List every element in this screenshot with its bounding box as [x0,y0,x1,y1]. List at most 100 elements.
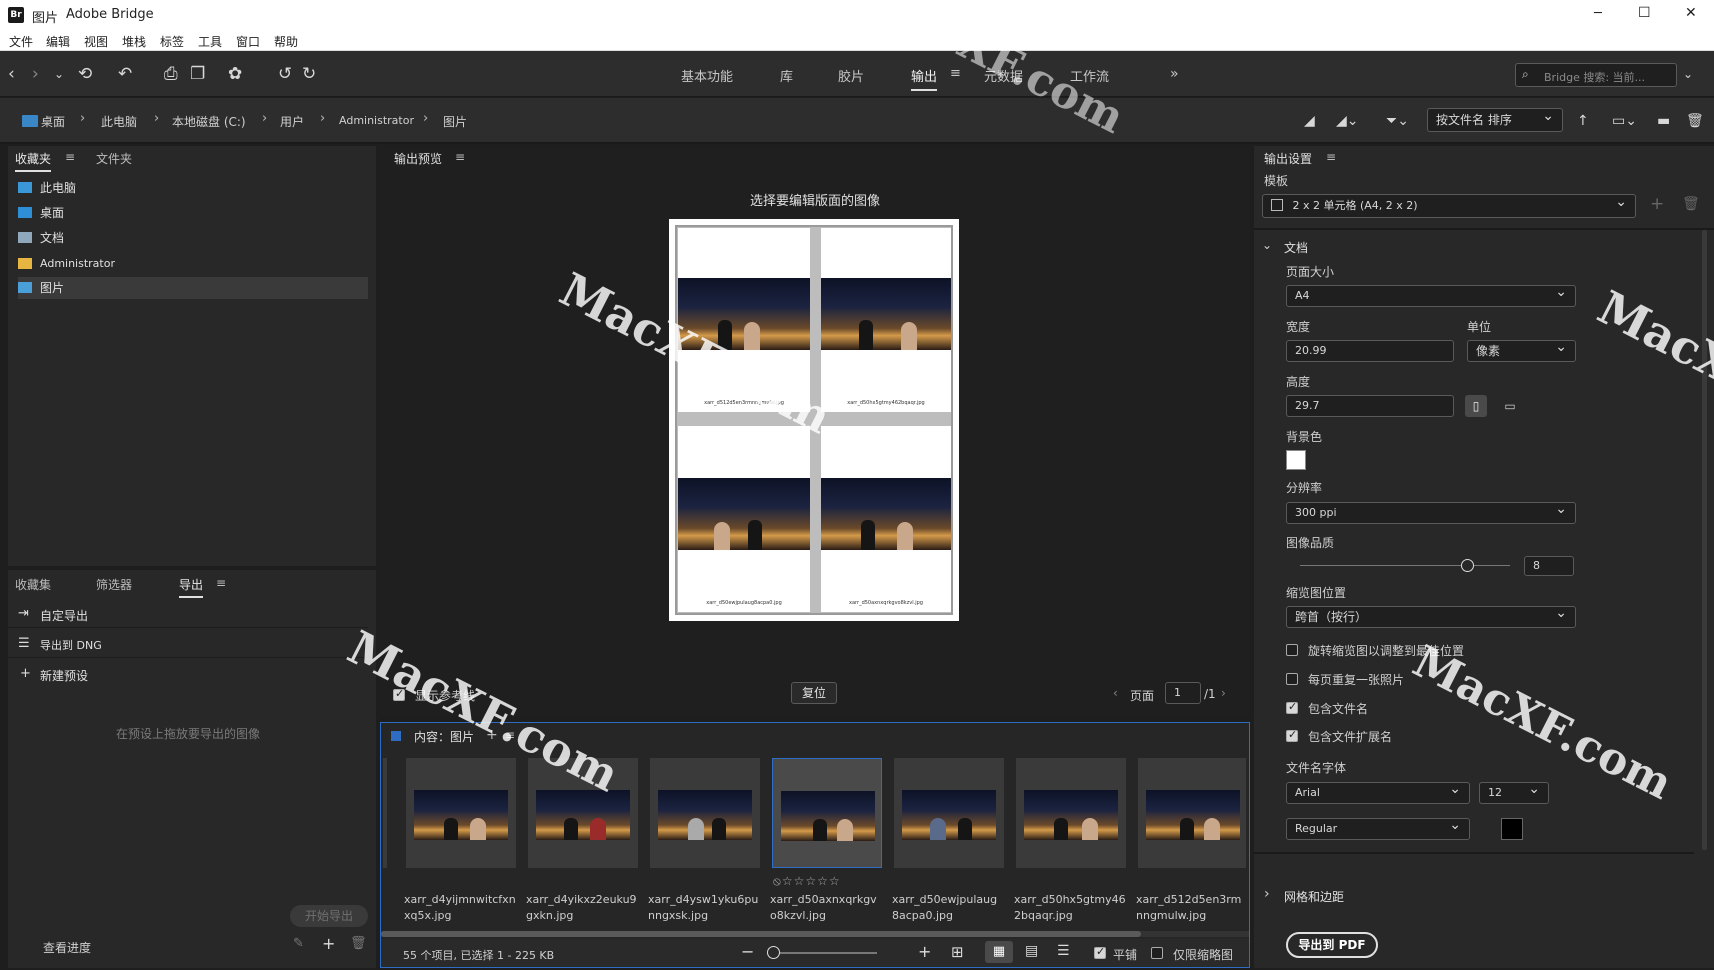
menu-edit[interactable]: 编辑 [46,33,70,50]
add-template-icon[interactable]: + [1650,194,1664,214]
refine-icon[interactable]: ❐ [190,64,205,84]
panel-menu-icon[interactable]: ≡ [455,150,465,164]
workspace-filmstrip[interactable]: 胶片 [838,66,864,85]
quality-input[interactable]: 8 [1524,556,1574,576]
grid-cell[interactable]: xarr_d50ewjpulaug8acpa0.jpg [678,426,810,612]
search-box[interactable]: ⌕ Bridge 搜索: 当前... [1515,63,1677,87]
page-number-input[interactable]: 1 [1165,682,1201,704]
workspace-output[interactable]: 输出 [911,66,938,91]
zoom-slider[interactable] [767,946,877,959]
workspace-workflow[interactable]: 工作流 [1070,66,1109,85]
doc-section-title[interactable]: 文档 [1284,239,1308,256]
favorite-pictures[interactable]: 图片 [18,277,368,299]
rotate-right-icon[interactable]: ↻ [302,64,316,84]
grid-cell[interactable]: xarr_d50hx5gtmy462bqaqr.jpg [821,228,951,412]
favorite-this-pc[interactable]: 此电脑 [18,177,368,199]
export-item-custom[interactable]: ⇥ 自定导出 [8,600,368,628]
grid-cell[interactable]: xarr_d512d5en3rmnngmulw.jpg [678,228,810,412]
rotate-thumbs-checkbox[interactable] [1286,644,1298,656]
breadcrumb-users[interactable]: 用户 [280,113,304,130]
recent-icon[interactable]: ⟲ [78,64,92,84]
forward-icon[interactable]: › [32,64,39,84]
include-filename-checkbox[interactable] [1286,700,1298,714]
panel-menu-icon[interactable]: ≡ [505,728,515,742]
thumbnail[interactable] [1016,758,1126,868]
page-preview[interactable]: xarr_d512d5en3rmnngmulw.jpg xarr_d50hx5g… [669,219,959,621]
grid-cell[interactable]: xarr_d50axnxqrkgvo8kzvl.jpg [821,426,951,612]
favorite-desktop[interactable]: 桌面 [18,202,368,224]
grid-lock-icon[interactable]: ⊞ [951,943,964,961]
tab-favorites[interactable]: 收藏夹 [15,150,52,172]
font-color-swatch[interactable] [1501,818,1523,840]
menu-help[interactable]: 帮助 [274,33,298,50]
more-workspaces-icon[interactable]: » [1170,66,1179,82]
quality-icon[interactable]: ◢ [1304,111,1315,131]
expand-icon[interactable]: › [1264,886,1270,902]
zoom-in-icon[interactable]: + [918,942,931,961]
camera-import-icon[interactable]: ⎙ [164,64,178,84]
maximize-button[interactable]: ☐ [1638,5,1651,21]
add-icon[interactable]: + [486,727,498,743]
sort-direction-icon[interactable]: ↑ [1577,111,1589,131]
reset-button[interactable]: 复位 [791,682,837,704]
breadcrumb-desktop[interactable]: 桌面 [41,113,65,130]
font-size-dropdown[interactable]: 12 [1479,779,1549,804]
search-options-icon[interactable]: ⌄ [1683,64,1693,84]
quality-slider-handle[interactable] [1461,559,1474,572]
workspace-libraries[interactable]: 库 [780,66,793,85]
landscape-orientation-icon[interactable]: ▭ [1499,395,1521,417]
collapse-icon[interactable]: ⌄ [1262,238,1272,252]
prev-page-icon[interactable]: ‹ [1113,686,1118,700]
details-view-icon[interactable]: ▤ [1025,943,1038,959]
panel-menu-icon[interactable]: ≡ [1326,150,1336,164]
quality-slider[interactable] [1300,559,1510,572]
tab-collections[interactable]: 收藏集 [15,576,51,593]
favorite-administrator[interactable]: Administrator [18,253,368,275]
horizontal-scrollbar[interactable] [381,931,1249,937]
width-input[interactable]: 20.99 [1286,340,1454,362]
start-export-button[interactable]: 开始导出 [290,905,368,927]
tab-folders[interactable]: 文件夹 [96,150,132,167]
scrollbar-thumb[interactable] [381,931,1141,937]
chevron-down-icon[interactable]: ⌄ [54,64,64,84]
height-input[interactable]: 29.7 [1286,395,1454,417]
thumbs-only-checkbox[interactable] [1151,947,1163,959]
tab-export[interactable]: 导出 [179,576,204,598]
vertical-scrollbar[interactable] [1702,230,1707,850]
thumbnail[interactable] [528,758,638,868]
thumbnail[interactable] [894,758,1004,868]
edit-icon[interactable]: ✎ [293,936,304,951]
menu-stack[interactable]: 堆栈 [122,33,146,50]
include-extension-checkbox[interactable] [1286,728,1298,742]
show-guides-checkbox[interactable] [393,687,405,701]
font-style-dropdown[interactable]: Regular [1286,815,1470,840]
list-view-icon[interactable]: ☰ [1057,943,1070,959]
menu-window[interactable]: 窗口 [236,33,260,50]
export-item-new-preset[interactable]: + 新建预设 [8,660,368,688]
portrait-orientation-icon[interactable]: ▯ [1465,395,1487,417]
breadcrumb-this-pc[interactable]: 此电脑 [101,113,137,130]
close-button[interactable]: ✕ [1685,5,1697,21]
page-size-dropdown[interactable]: A4 [1286,282,1576,307]
new-folder-icon[interactable]: ▬ [1657,111,1670,131]
thumbnail-partial[interactable] [383,758,387,868]
unit-dropdown[interactable]: 像素 [1467,337,1576,362]
thumbnail[interactable] [1138,758,1246,868]
boomerang-icon[interactable]: ↶ [118,64,132,84]
menu-view[interactable]: 视图 [84,33,108,50]
panel-menu-icon[interactable]: ≡ [65,150,75,164]
export-item-dng[interactable]: ☰ 导出到 DNG [8,630,368,658]
add-icon[interactable]: + [322,934,335,953]
menu-label[interactable]: 标签 [160,33,184,50]
workspace-essentials[interactable]: 基本功能 [681,66,733,85]
next-page-icon[interactable]: › [1221,686,1226,700]
workspace-menu-icon[interactable]: ≡ [950,66,961,81]
sync-icon[interactable]: ✿ [228,64,242,84]
thumbnail[interactable] [650,758,760,868]
template-dropdown[interactable]: 2 x 2 单元格 (A4, 2 x 2) [1262,191,1636,218]
menu-file[interactable]: 文件 [9,33,33,50]
font-dropdown[interactable]: Arial [1286,779,1470,804]
rating-stars[interactable]: ⦸☆☆☆☆☆ [773,874,841,889]
thumbnail-selected[interactable] [772,758,882,868]
tab-filter[interactable]: 筛选器 [96,576,132,593]
